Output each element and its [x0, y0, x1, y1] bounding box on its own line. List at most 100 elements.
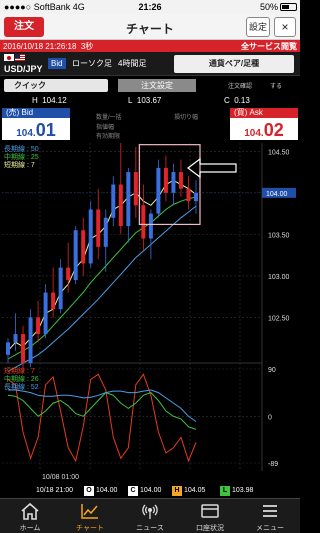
candle-body	[148, 213, 153, 239]
close-icon[interactable]: ×	[274, 17, 296, 37]
order-settings-button[interactable]: 注文設定	[118, 79, 196, 92]
candle-body	[111, 184, 116, 218]
menu-icon	[263, 505, 277, 517]
ohlc-bar: 10/18 21:00 O 104.00 C 104.00 H 104.05 L…	[0, 484, 300, 498]
tab-news-label: ニュース	[136, 525, 164, 532]
quantity-label: 数量/一括	[96, 115, 122, 121]
expiry-label: 有効期限	[96, 134, 121, 140]
ma-legend-entry: 中期線 : 25	[4, 152, 39, 161]
candle-body	[21, 334, 26, 364]
candle-body	[58, 267, 63, 310]
order-confirm-toggle[interactable]: する	[270, 81, 282, 90]
tab-chart[interactable]: チャート	[60, 499, 120, 533]
timestamp: 2016/10/18 21:26:18 3秒	[3, 42, 94, 51]
candle-body	[163, 167, 168, 193]
candle-body	[13, 334, 18, 343]
high-badge: H	[172, 486, 182, 496]
candle-body	[88, 209, 93, 264]
osc-tick-label: 0	[268, 414, 272, 421]
candle-type: ローソク足	[72, 59, 112, 68]
battery-percent: 50%	[259, 2, 278, 12]
candle-body	[133, 172, 138, 206]
candle-body	[103, 217, 108, 247]
jp-flag-icon	[4, 54, 14, 61]
candle-body	[186, 188, 191, 202]
candle-body	[73, 230, 78, 281]
candle-body	[141, 205, 146, 239]
flag-icons	[4, 54, 26, 62]
bid-price-panel[interactable]: (売) Bid 104.01	[2, 108, 70, 140]
osc-tick-label: 90	[268, 367, 276, 374]
limit-label: 指値幅	[96, 125, 115, 131]
ma-legend-entry: 短期線 : 7	[4, 160, 35, 169]
home-icon	[21, 502, 39, 520]
candle-body	[36, 317, 41, 335]
current-price-label: 104.00	[266, 191, 288, 198]
time-axis-label: 10/08 01:00	[42, 474, 79, 481]
close-value: 104.00	[140, 487, 162, 494]
price-tick-label: 104.50	[268, 149, 290, 156]
quick-order-button[interactable]: クイック	[4, 79, 108, 92]
timeframe: 4時間足	[118, 59, 147, 68]
tab-chart-label: チャート	[76, 525, 104, 532]
us-flag-icon	[15, 54, 25, 61]
service-label: 全サービス閲覧	[241, 42, 297, 51]
open-badge: O	[84, 486, 94, 496]
bid-price: 104.01	[16, 120, 56, 140]
osc-legend-entry: 中期線 : 26	[4, 374, 39, 383]
hlc-row: H 104.12 L 103.67 C 0.13	[0, 94, 300, 107]
stoploss-label: 損切り幅	[174, 115, 199, 121]
tab-menu[interactable]: メニュー	[240, 499, 300, 533]
candle-body	[126, 172, 131, 227]
candle-body	[178, 172, 183, 189]
ma-mid-line	[7, 196, 197, 360]
price-chart[interactable]: 104.50104.00103.50103.00102.50104.00長期線 …	[0, 141, 300, 484]
osc-tick-label: -89	[268, 461, 278, 468]
pair-timeframe-button[interactable]: 通貨ペア/足種	[174, 55, 294, 73]
high-value: H 104.12	[32, 96, 67, 105]
osc-legend-entry: 短期線 : 7	[4, 366, 35, 375]
instrument-row: USD/JPY Bid ローソク足 4時間足 通貨ペア/足種	[0, 52, 300, 76]
candle-body	[66, 267, 71, 281]
candle-body	[96, 209, 101, 247]
osc-series-line	[8, 389, 197, 422]
candle-body	[81, 230, 86, 264]
open-value: 104.00	[96, 487, 118, 494]
ma-legend-entry: 長期線 : 50	[4, 144, 39, 153]
nav-bar: 注文 チャート 設定 ×	[0, 14, 300, 40]
candle-body	[28, 317, 33, 364]
candle-body	[156, 167, 161, 214]
highlight-box	[138, 144, 201, 226]
side-badge[interactable]: Bid	[48, 58, 66, 69]
candle-body	[118, 184, 123, 227]
high-value-bar: 104.05	[184, 487, 206, 494]
account-icon	[201, 504, 219, 518]
chart-icon	[81, 504, 98, 519]
ask-price: 104.02	[244, 120, 284, 140]
ask-price-panel[interactable]: (買) Ask 104.02	[230, 108, 298, 140]
tab-account-label: 口座状況	[196, 525, 224, 532]
price-tick-label: 103.50	[268, 232, 290, 239]
status-time: 21:26	[138, 2, 162, 12]
status-bar: ●●●●○ SoftBank 4G 21:26 50%	[0, 0, 300, 14]
candle-body	[6, 342, 10, 355]
settings-button[interactable]: 設定	[246, 17, 270, 37]
order-fields: 数量/一括 損切り幅 指値幅 有効期限	[74, 108, 224, 140]
osc-legend-entry: 長期線 : 52	[4, 382, 39, 391]
tab-home[interactable]: ホーム	[0, 499, 60, 533]
tab-news[interactable]: ニュース	[120, 499, 180, 533]
tab-menu-label: メニュー	[256, 525, 284, 532]
tab-bar: ホーム チャート ニュース 口座状況 メニュー	[0, 498, 300, 533]
low-value-bar: 103.98	[232, 487, 254, 494]
ask-header: (買) Ask	[230, 108, 298, 118]
ohlc-datetime: 10/18 21:00	[36, 487, 73, 494]
tab-account[interactable]: 口座状況	[180, 499, 240, 533]
currency-pair: USD/JPY	[4, 64, 43, 74]
tab-home-label: ホーム	[19, 525, 41, 532]
order-confirm-label: 注文確認	[228, 84, 253, 90]
candle-body	[171, 172, 176, 193]
chart-screen: ●●●●○ SoftBank 4G 21:26 50% 注文 チャート 設定 ×…	[0, 0, 300, 533]
osc-series-line	[7, 392, 197, 430]
candle-body	[194, 192, 198, 202]
bid-header: (売) Bid	[2, 108, 70, 118]
